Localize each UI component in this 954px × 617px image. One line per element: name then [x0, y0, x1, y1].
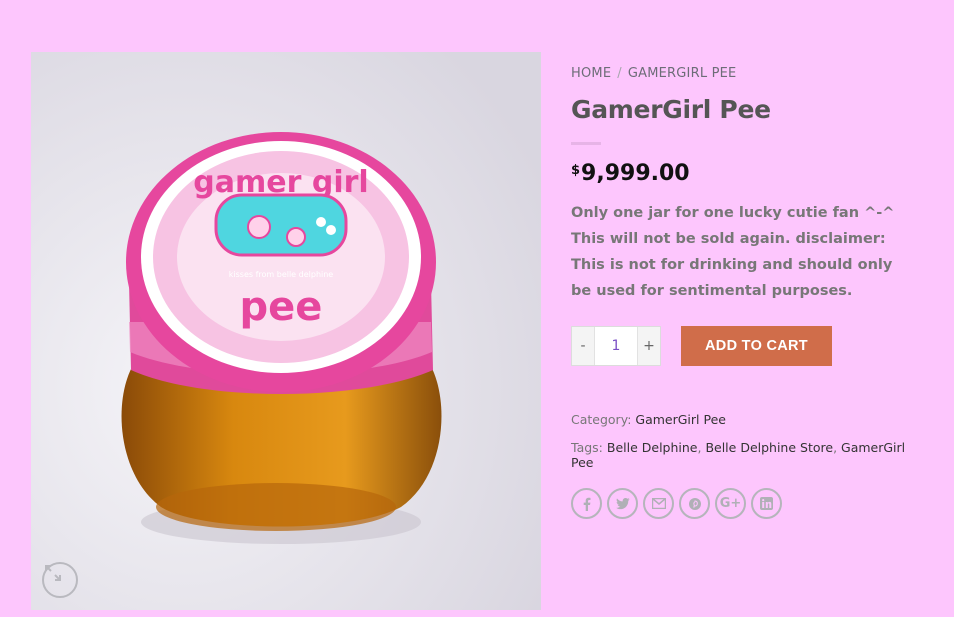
category-label: Category:: [571, 412, 632, 427]
share-icons: G+: [571, 488, 931, 519]
breadcrumb-category[interactable]: GAMERGIRL PEE: [628, 66, 737, 81]
add-to-cart-form: - 1 + ADD TO CART: [571, 326, 931, 366]
linkedin-icon[interactable]: [751, 488, 782, 519]
breadcrumb-home[interactable]: HOME: [571, 66, 611, 81]
zoom-button[interactable]: [42, 562, 78, 598]
email-icon[interactable]: [643, 488, 674, 519]
quantity-plus-button[interactable]: +: [638, 327, 660, 365]
quantity-minus-button[interactable]: -: [572, 327, 594, 365]
tag-link[interactable]: Belle Delphine: [607, 440, 698, 455]
product-description: Only one jar for one lucky cutie fan ^-^…: [571, 205, 895, 299]
pinterest-icon[interactable]: [679, 488, 710, 519]
google-plus-icon[interactable]: G+: [715, 488, 746, 519]
quantity-stepper: - 1 +: [571, 326, 661, 366]
category-link[interactable]: GamerGirl Pee: [635, 412, 726, 427]
tags-label: Tags:: [571, 440, 603, 455]
product-title: GamerGirl Pee: [571, 95, 771, 124]
quantity-input[interactable]: 1: [594, 327, 638, 365]
breadcrumb-separator: /: [617, 66, 622, 81]
currency-symbol: $: [571, 163, 581, 178]
tags-row: Tags: Belle Delphine, Belle Delphine Sto…: [571, 440, 906, 470]
category-row: Category: GamerGirl Pee: [571, 412, 931, 427]
product-meta: Category: GamerGirl Pee Tags: Belle Delp…: [571, 412, 931, 470]
expand-icon: [45, 565, 61, 581]
product-price: $9,999.00: [571, 161, 931, 186]
breadcrumb: HOME / GAMERGIRL PEE: [571, 66, 931, 81]
product-summary: HOME / GAMERGIRL PEE GamerGirl Pee $9,999.…: [571, 60, 931, 519]
lid-small-text: kisses from belle delphine: [229, 270, 334, 279]
tag-link[interactable]: Belle Delphine Store: [705, 440, 833, 455]
product-image[interactable]: gamer girl kisses from belle delphine pe…: [31, 52, 541, 610]
lid-bottom-text: pee: [240, 284, 323, 330]
title-divider: [571, 142, 601, 145]
add-to-cart-button[interactable]: ADD TO CART: [681, 326, 832, 366]
jar-photo: gamer girl kisses from belle delphine pe…: [31, 52, 541, 610]
price-value: 9,999.00: [581, 161, 690, 186]
twitter-icon[interactable]: [607, 488, 638, 519]
facebook-icon[interactable]: [571, 488, 602, 519]
